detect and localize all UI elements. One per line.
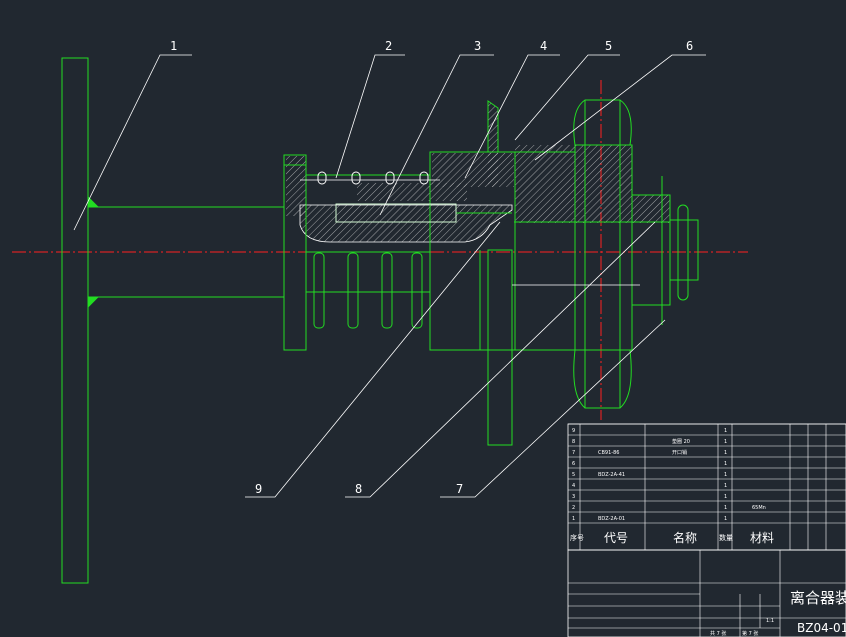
callout-4: 4 <box>540 39 547 53</box>
sheet-total: 共 7 张 <box>710 630 726 637</box>
bom-cell-no: 9 <box>572 428 575 434</box>
bom-header-qty: 数量 <box>719 533 733 542</box>
bom-cell-no: 7 <box>572 450 575 456</box>
bom-cell-material: 65Mn <box>752 505 766 511</box>
bom-cell-qty: 1 <box>724 439 727 445</box>
sheet-number: 第 7 张 <box>742 630 758 637</box>
bom-cell-qty: 1 <box>724 461 727 467</box>
assembly-drawing: 1 2 3 4 5 6 7 8 9 9 1 8 垫圈 20 1 7 CB91-86 开口销 1 6… <box>12 39 846 637</box>
callout-9: 9 <box>255 482 262 496</box>
callout-1: 1 <box>170 39 177 53</box>
bom-cell-no: 6 <box>572 461 575 467</box>
bom-header-seq: 序号 <box>570 533 584 542</box>
bom-cell-no: 8 <box>572 439 575 445</box>
callout-8: 8 <box>355 482 362 496</box>
scale-value: 1:1 <box>766 618 774 624</box>
bom-cell-qty: 1 <box>724 494 727 500</box>
callout-7: 7 <box>456 482 463 496</box>
bom-cell-qty: 1 <box>724 516 727 522</box>
bom-cell-qty: 1 <box>724 450 727 456</box>
bom-cell-no: 2 <box>572 505 575 511</box>
callout-6: 6 <box>686 39 693 53</box>
bom-header-material: 材料 <box>750 531 774 545</box>
drawing-title: 离合器装配 <box>790 589 846 607</box>
bom-cell-code: BDZ-2A-41 <box>598 472 625 478</box>
bom-cell-no: 5 <box>572 472 575 478</box>
bom-cell-qty: 1 <box>724 472 727 478</box>
drawing-number: BZ04-01 <box>797 621 846 635</box>
bom-cell-name: 开口销 <box>672 449 687 456</box>
bom-table: 9 1 8 垫圈 20 1 7 CB91-86 开口销 1 6 1 5 BDZ-2A-41 1 4 1 3 1 2 1… <box>567 423 846 551</box>
part-outlines <box>61 57 699 584</box>
bom-cell-name: 垫圈 20 <box>672 438 690 445</box>
bom-cell-qty: 1 <box>724 483 727 489</box>
bom-cell-qty: 1 <box>724 428 727 434</box>
bom-cell-no: 3 <box>572 494 575 500</box>
bom-cell-no: 4 <box>572 483 575 489</box>
leader-lines <box>73 54 706 498</box>
title-block: 离合器装配 BZ04-01 1:1 共 7 张 第 7 张 <box>567 549 846 637</box>
callout-2: 2 <box>385 39 392 53</box>
bom-cell-no: 1 <box>572 516 575 522</box>
bom-cell-code: BDZ-2A-01 <box>598 516 625 522</box>
bom-cell-code: CB91-86 <box>598 450 619 456</box>
hatched-sections <box>286 101 670 243</box>
bom-header-name: 名称 <box>673 530 697 545</box>
callout-3: 3 <box>474 39 481 53</box>
callout-5: 5 <box>605 39 612 53</box>
callout-labels: 1 2 3 4 5 6 7 8 9 <box>170 39 693 496</box>
bom-header-code: 代号 <box>604 531 628 545</box>
bom-cell-qty: 1 <box>724 505 727 511</box>
